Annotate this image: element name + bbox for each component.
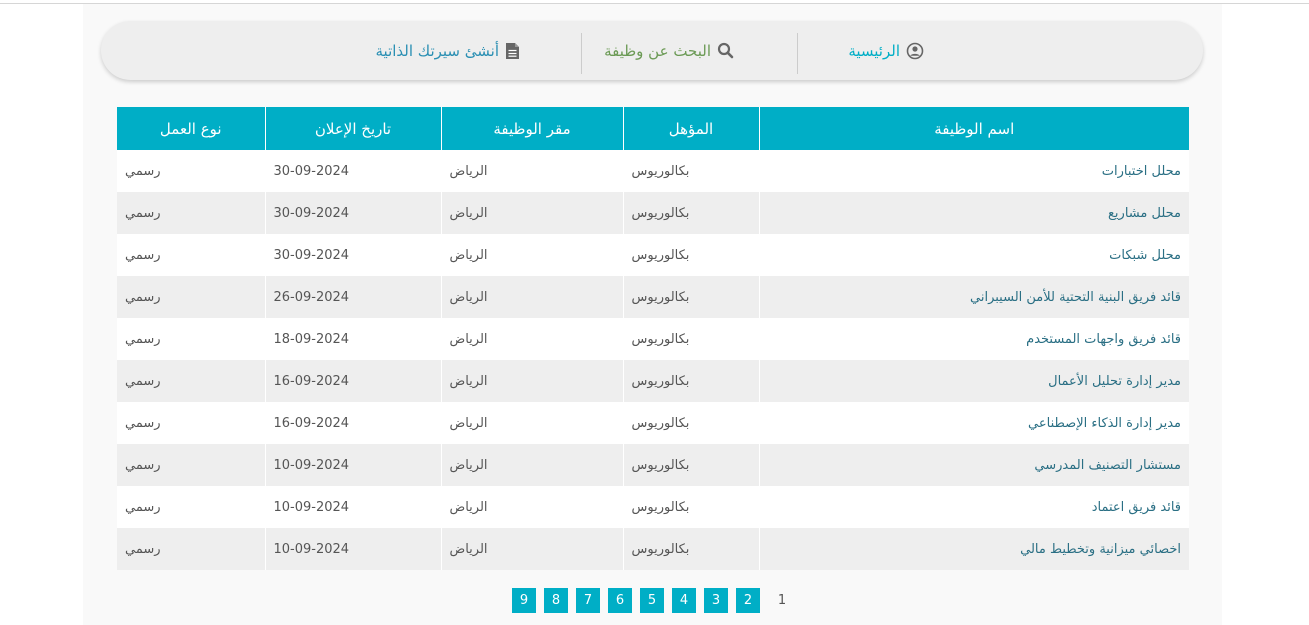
date-cell: 30-09-2024 [264, 150, 441, 192]
table-row[interactable]: محلل مشاريع بكالوريوس الرياض 30-09-2024 … [117, 192, 1189, 234]
nav-search-label: البحث عن وظيفة [604, 41, 711, 60]
header-location[interactable]: مقر الوظيفة [440, 107, 623, 150]
job-title-cell[interactable]: قائد فريق واجهات المستخدم [758, 318, 1189, 360]
header-post-date[interactable]: تاريخ الإعلان [264, 107, 441, 150]
nav-separator [581, 33, 582, 74]
nav-create-cv-label: أنشئ سيرتك الذاتية [375, 41, 499, 60]
jobs-table: اسم الوظيفة المؤهل مقر الوظيفة تاريخ الإ… [117, 107, 1189, 570]
location-cell: الرياض [440, 192, 623, 234]
page-link-8[interactable]: 8 [544, 588, 568, 613]
table-row[interactable]: اخصائي ميزانية وتخطيط مالي بكالوريوس الر… [117, 528, 1189, 570]
location-cell: الرياض [440, 402, 623, 444]
nav-home-link[interactable]: الرئيسية [848, 21, 924, 80]
table-row[interactable]: مدير إدارة تحليل الأعمال بكالوريوس الريا… [117, 360, 1189, 402]
page-link-5[interactable]: 5 [640, 588, 664, 613]
pagination: 9 8 7 6 5 4 3 2 1 [83, 588, 1222, 613]
work-type-cell: رسمي [117, 360, 265, 402]
qualification-cell: بكالوريوس [622, 444, 759, 486]
work-type-cell: رسمي [117, 444, 265, 486]
location-cell: الرياض [440, 360, 623, 402]
work-type-cell: رسمي [117, 234, 265, 276]
nav-search-link[interactable]: البحث عن وظيفة [604, 21, 734, 80]
page-link-2[interactable]: 2 [736, 588, 760, 613]
nav-home-label: الرئيسية [848, 41, 900, 60]
nav-create-cv-link[interactable]: أنشئ سيرتك الذاتية [376, 21, 520, 80]
header-work-type[interactable]: نوع العمل [117, 107, 265, 150]
job-title-cell[interactable]: مدير إدارة تحليل الأعمال [758, 360, 1189, 402]
table-row[interactable]: قائد فريق اعتماد بكالوريوس الرياض 10-09-… [117, 486, 1189, 528]
header-qualification[interactable]: المؤهل [622, 107, 759, 150]
location-cell: الرياض [440, 234, 623, 276]
table-row[interactable]: محلل اختبارات بكالوريوس الرياض 30-09-202… [117, 150, 1189, 192]
document-icon [505, 42, 520, 60]
user-circle-icon [906, 42, 924, 60]
job-title-cell[interactable]: اخصائي ميزانية وتخطيط مالي [758, 528, 1189, 570]
table-row[interactable]: مستشار التصنيف المدرسي بكالوريوس الرياض … [117, 444, 1189, 486]
date-cell: 30-09-2024 [264, 192, 441, 234]
qualification-cell: بكالوريوس [622, 192, 759, 234]
location-cell: الرياض [440, 276, 623, 318]
qualification-cell: بكالوريوس [622, 486, 759, 528]
page-link-3[interactable]: 3 [704, 588, 728, 613]
search-icon [717, 42, 734, 59]
date-cell: 18-09-2024 [264, 318, 441, 360]
current-page: 1 [777, 593, 787, 608]
work-type-cell: رسمي [117, 318, 265, 360]
table-header-row: اسم الوظيفة المؤهل مقر الوظيفة تاريخ الإ… [117, 107, 1189, 150]
date-cell: 26-09-2024 [264, 276, 441, 318]
date-cell: 16-09-2024 [264, 402, 441, 444]
job-title-cell[interactable]: مدير إدارة الذكاء الإصطناعي [758, 402, 1189, 444]
page-link-6[interactable]: 6 [608, 588, 632, 613]
location-cell: الرياض [440, 444, 623, 486]
table-row[interactable]: قائد فريق واجهات المستخدم بكالوريوس الري… [117, 318, 1189, 360]
location-cell: الرياض [440, 486, 623, 528]
work-type-cell: رسمي [117, 528, 265, 570]
work-type-cell: رسمي [117, 192, 265, 234]
job-title-cell[interactable]: محلل مشاريع [758, 192, 1189, 234]
page-link-7[interactable]: 7 [576, 588, 600, 613]
page-link-4[interactable]: 4 [672, 588, 696, 613]
job-title-cell[interactable]: مستشار التصنيف المدرسي [758, 444, 1189, 486]
work-type-cell: رسمي [117, 150, 265, 192]
location-cell: الرياض [440, 318, 623, 360]
table-row[interactable]: قائد فريق البنية التحتية للأمن السيبراني… [117, 276, 1189, 318]
page-link-9[interactable]: 9 [512, 588, 536, 613]
table-row[interactable]: مدير إدارة الذكاء الإصطناعي بكالوريوس ال… [117, 402, 1189, 444]
location-cell: الرياض [440, 150, 623, 192]
job-title-cell[interactable]: قائد فريق البنية التحتية للأمن السيبراني [758, 276, 1189, 318]
header-job-title[interactable]: اسم الوظيفة [758, 107, 1189, 150]
location-cell: الرياض [440, 528, 623, 570]
work-type-cell: رسمي [117, 486, 265, 528]
date-cell: 30-09-2024 [264, 234, 441, 276]
date-cell: 10-09-2024 [264, 528, 441, 570]
qualification-cell: بكالوريوس [622, 402, 759, 444]
date-cell: 10-09-2024 [264, 486, 441, 528]
qualification-cell: بكالوريوس [622, 150, 759, 192]
date-cell: 10-09-2024 [264, 444, 441, 486]
date-cell: 16-09-2024 [264, 360, 441, 402]
work-type-cell: رسمي [117, 276, 265, 318]
qualification-cell: بكالوريوس [622, 234, 759, 276]
qualification-cell: بكالوريوس [622, 360, 759, 402]
job-title-cell[interactable]: محلل شبكات [758, 234, 1189, 276]
qualification-cell: بكالوريوس [622, 318, 759, 360]
qualification-cell: بكالوريوس [622, 528, 759, 570]
main-navbar: الرئيسية البحث عن وظيفة أنشئ سيرتك الذات… [101, 21, 1203, 80]
table-row[interactable]: محلل شبكات بكالوريوس الرياض 30-09-2024 ر… [117, 234, 1189, 276]
work-type-cell: رسمي [117, 402, 265, 444]
page-container: الرئيسية البحث عن وظيفة أنشئ سيرتك الذات… [83, 4, 1222, 625]
qualification-cell: بكالوريوس [622, 276, 759, 318]
job-title-cell[interactable]: قائد فريق اعتماد [758, 486, 1189, 528]
nav-separator [797, 33, 798, 74]
job-title-cell[interactable]: محلل اختبارات [758, 150, 1189, 192]
